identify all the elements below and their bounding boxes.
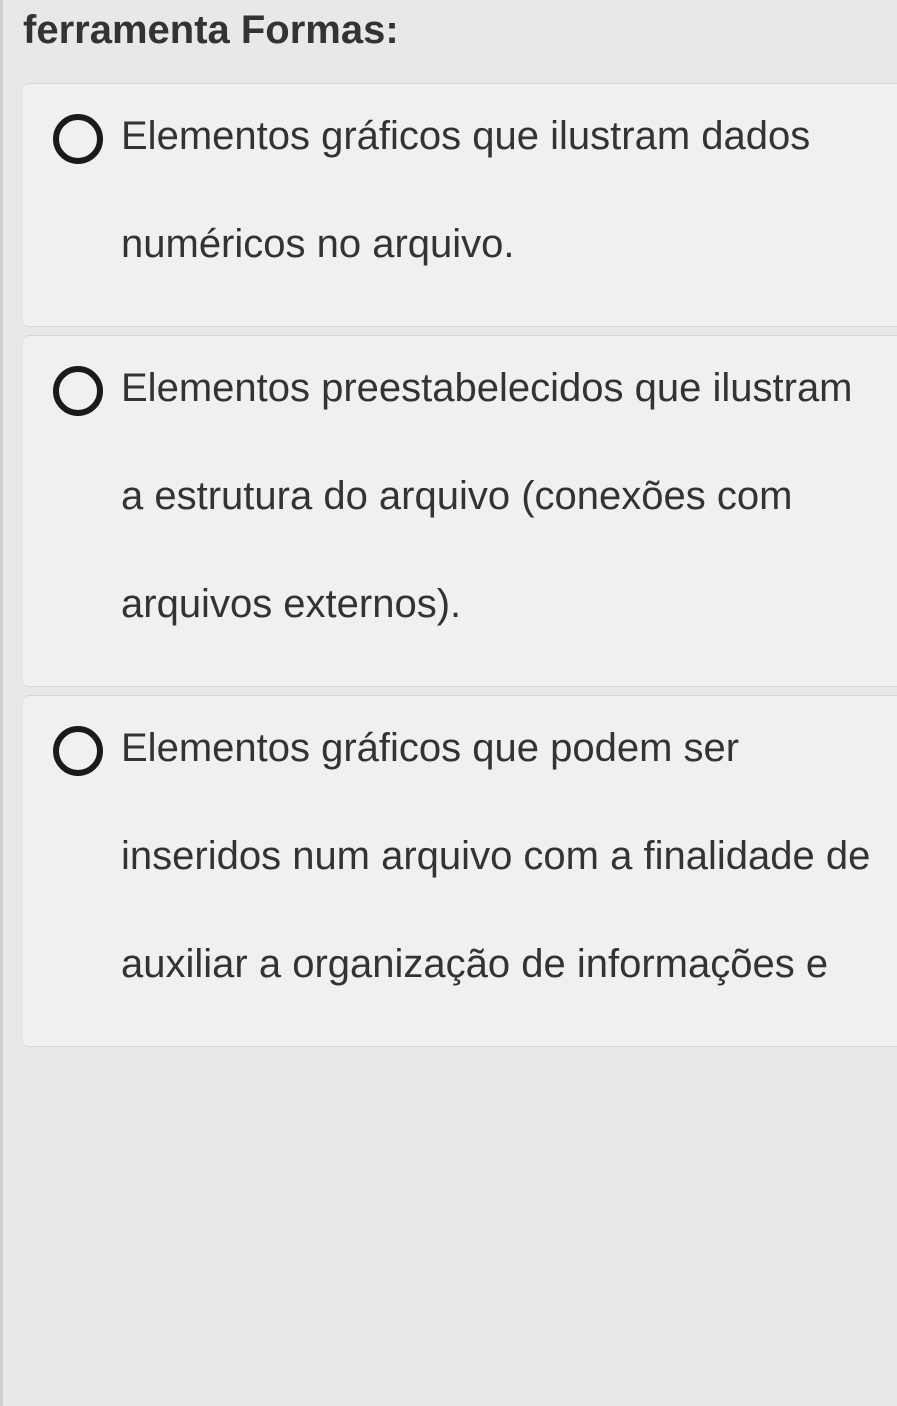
radio-unchecked-icon	[53, 366, 103, 416]
radio-unchecked-icon	[53, 114, 103, 164]
option-2-label: Elementos preestabelecidos que ilustram …	[121, 334, 877, 658]
options-list: Elementos gráficos que ilustram dados nu…	[3, 83, 897, 1047]
option-2[interactable]: Elementos preestabelecidos que ilustram …	[23, 335, 897, 687]
option-1[interactable]: Elementos gráficos que ilustram dados nu…	[23, 83, 897, 327]
option-3[interactable]: Elementos gráficos que podem ser inserid…	[23, 695, 897, 1047]
option-1-label: Elementos gráficos que ilustram dados nu…	[121, 82, 877, 298]
option-3-label: Elementos gráficos que podem ser inserid…	[121, 694, 877, 1018]
radio-unchecked-icon	[53, 726, 103, 776]
question-title: ferramenta Formas:	[3, 0, 897, 83]
